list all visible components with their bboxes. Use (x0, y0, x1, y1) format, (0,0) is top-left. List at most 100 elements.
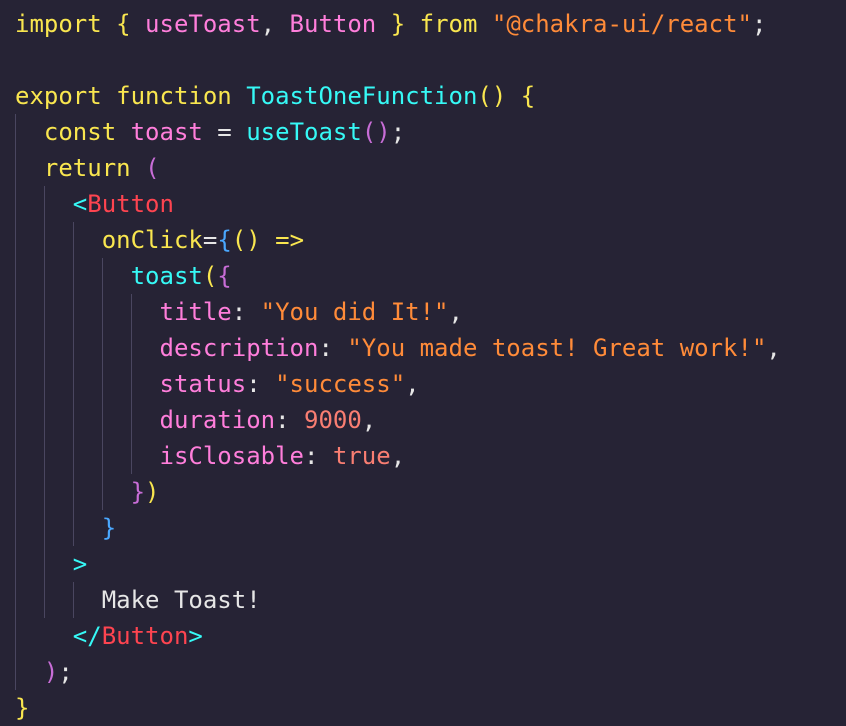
code-line: Make Toast! (15, 582, 261, 618)
code-line: isClosable: true, (15, 438, 406, 474)
code-token: "@chakra-ui/react" (491, 10, 752, 38)
code-token: () (477, 82, 507, 110)
code-token: export (15, 82, 102, 110)
code-line: } (15, 690, 29, 726)
code-token: : (318, 334, 348, 362)
code-token: "You made toast! Great work!" (347, 334, 767, 362)
code-token: ( (202, 262, 218, 290)
code-token: import (15, 10, 102, 38)
code-token: "You did It!" (260, 298, 449, 326)
code-token: function (101, 82, 232, 110)
code-token: () (231, 226, 261, 254)
code-token: duration (159, 406, 276, 434)
code-token: } (101, 514, 117, 542)
code-line: toast({ (15, 258, 232, 294)
code-token: : (246, 370, 276, 398)
code-token: ToastOneFunction (231, 82, 478, 110)
code-token: ( (145, 154, 160, 182)
code-line: status: "success", (15, 366, 420, 402)
code-token: => (260, 226, 305, 254)
code-line: description: "You made toast! Great work… (15, 330, 781, 366)
code-token: ; (58, 658, 73, 686)
code-token: { (116, 10, 131, 38)
code-line: title: "You did It!", (15, 294, 463, 330)
code-token: Button (101, 622, 189, 650)
code-token: } (130, 478, 146, 506)
code-token: } (15, 694, 30, 722)
code-token: < (72, 190, 88, 218)
code-token: Button (87, 190, 174, 218)
code-token: onClick (101, 226, 203, 254)
code-line: > (15, 546, 87, 582)
code-token: , (405, 370, 420, 398)
code-token: ; (751, 10, 767, 38)
code-token: const (43, 118, 117, 146)
code-token: </ (72, 622, 102, 650)
code-line: import { useToast, Button } from "@chakr… (15, 6, 766, 42)
code-token: : (231, 298, 261, 326)
code-token: > (188, 622, 203, 650)
code-line: }) (15, 474, 160, 510)
code-line: return ( (15, 150, 160, 186)
code-token: status (159, 370, 247, 398)
code-token: { (217, 262, 232, 290)
code-token: : (275, 406, 304, 434)
code-line: export function ToastOneFunction() { (15, 78, 535, 114)
code-token: Button (275, 10, 377, 38)
code-token: true (332, 442, 391, 470)
code-editor[interactable]: import { useToast, Button } from "@chakr… (0, 0, 846, 724)
code-token: = (202, 226, 218, 254)
code-token: , (390, 442, 406, 470)
code-token: () (361, 118, 391, 146)
code-token: , (448, 298, 463, 326)
code-token: { (520, 82, 536, 110)
code-token: isClosable (159, 442, 305, 470)
code-token: useToast (130, 10, 261, 38)
code-token: ; (390, 118, 406, 146)
code-line: } (15, 510, 116, 546)
code-token: , (260, 10, 276, 38)
code-line: ); (15, 654, 73, 690)
code-token: toast (116, 118, 203, 146)
code-line: onClick={() => (15, 222, 304, 258)
code-line: duration: 9000, (15, 402, 377, 438)
code-token: toast (130, 262, 203, 290)
code-token: 9000 (304, 406, 362, 434)
code-token: "success" (275, 370, 406, 398)
code-token: > (72, 550, 88, 578)
code-token: ) (145, 478, 160, 506)
code-token: = (202, 118, 247, 146)
code-token: : (304, 442, 333, 470)
code-token: return (43, 154, 131, 182)
code-line: <Button (15, 186, 174, 222)
code-token: , (361, 406, 377, 434)
code-token: Make Toast! (101, 586, 261, 614)
code-token: title (159, 298, 232, 326)
code-line: const toast = useToast(); (15, 114, 405, 150)
code-line: </Button> (15, 618, 203, 654)
code-token: { (217, 226, 232, 254)
code-token: from (405, 10, 478, 38)
code-token: useToast (246, 118, 362, 146)
